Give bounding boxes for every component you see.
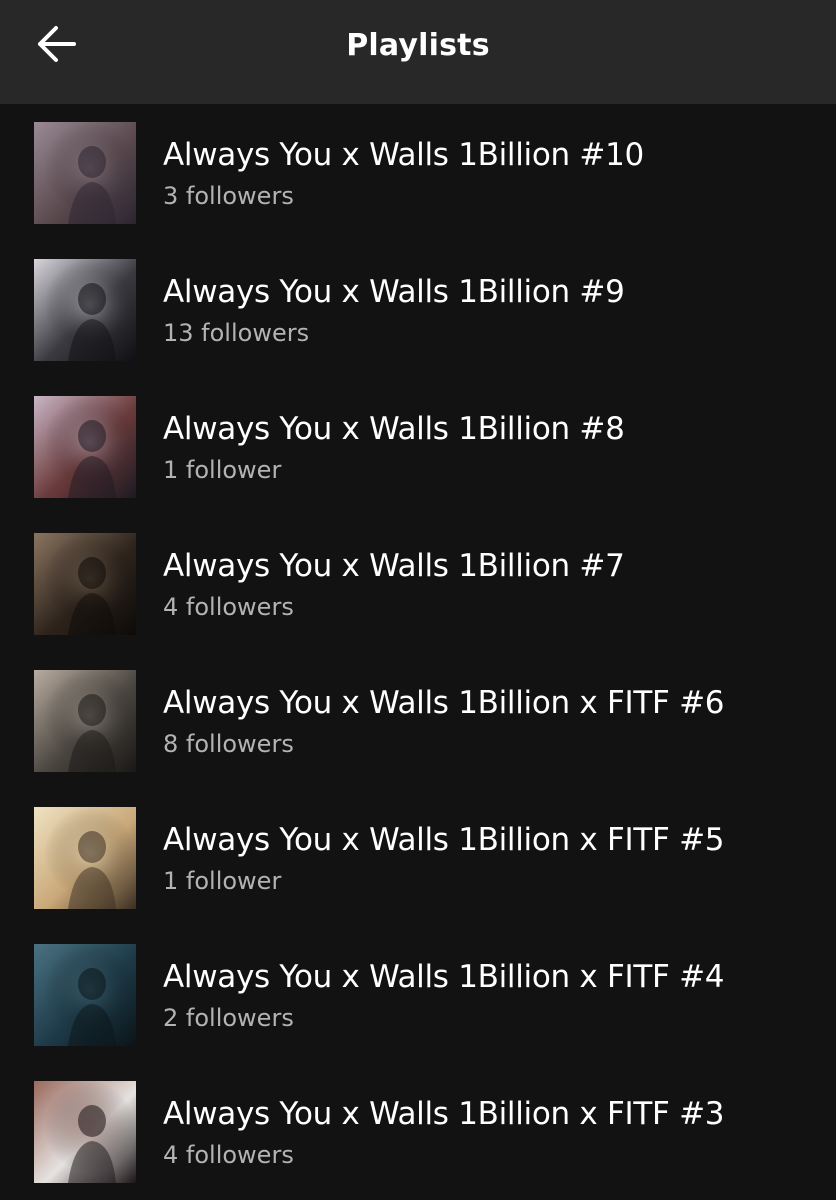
playlist-title: Always You x Walls 1Billion #7: [163, 548, 625, 584]
playlist-item[interactable]: Always You x Walls 1Billion #10 3 followe…: [0, 104, 836, 241]
playlist-title: Always You x Walls 1Billion #8: [163, 411, 625, 447]
playlist-cover-image: [34, 944, 136, 1046]
playlist-title: Always You x Walls 1Billion x FITF #5: [163, 822, 725, 858]
playlist-item[interactable]: Always You x Walls 1Billion x FITF #3 4 f…: [0, 1063, 836, 1200]
playlist-title: Always You x Walls 1Billion x FITF #6: [163, 685, 725, 721]
playlist-item[interactable]: Always You x Walls 1Billion x FITF #4 2 f…: [0, 926, 836, 1063]
playlist-title: Always You x Walls 1Billion #10: [163, 137, 644, 173]
playlist-title: Always You x Walls 1Billion x FITF #3: [163, 1096, 725, 1132]
playlist-followers: 1 follower: [163, 867, 282, 895]
playlist-title: Always You x Walls 1Billion x FITF #4: [163, 959, 725, 995]
playlist-followers: 4 followers: [163, 1141, 294, 1169]
playlist-item[interactable]: Always You x Walls 1Billion #7 4 follower…: [0, 515, 836, 652]
playlist-item[interactable]: Always You x Walls 1Billion #9 13 followe…: [0, 241, 836, 378]
playlist-item[interactable]: Always You x Walls 1Billion #8 1 follower: [0, 378, 836, 515]
playlist-cover-image: [34, 670, 136, 772]
playlist-followers: 4 followers: [163, 593, 294, 621]
page-title: Playlists: [346, 28, 490, 63]
playlist-cover-image: [34, 122, 136, 224]
playlist-followers: 2 followers: [163, 1004, 294, 1032]
playlist-followers: 3 followers: [163, 182, 294, 210]
playlist-followers: 1 follower: [163, 456, 282, 484]
playlist-followers: 13 followers: [163, 319, 310, 347]
playlist-item[interactable]: Always You x Walls 1Billion x FITF #5 1 f…: [0, 789, 836, 926]
playlist-cover-image: [34, 259, 136, 361]
top-bar: Playlists: [0, 0, 836, 104]
playlist-followers: 8 followers: [163, 730, 294, 758]
playlist-cover-image: [34, 396, 136, 498]
playlist-cover-image: [34, 807, 136, 909]
playlist-cover-image: [34, 1081, 136, 1183]
playlist-item[interactable]: Always You x Walls 1Billion x FITF #6 8 f…: [0, 652, 836, 789]
playlist-title: Always You x Walls 1Billion #9: [163, 274, 625, 310]
playlist-cover-image: [34, 533, 136, 635]
